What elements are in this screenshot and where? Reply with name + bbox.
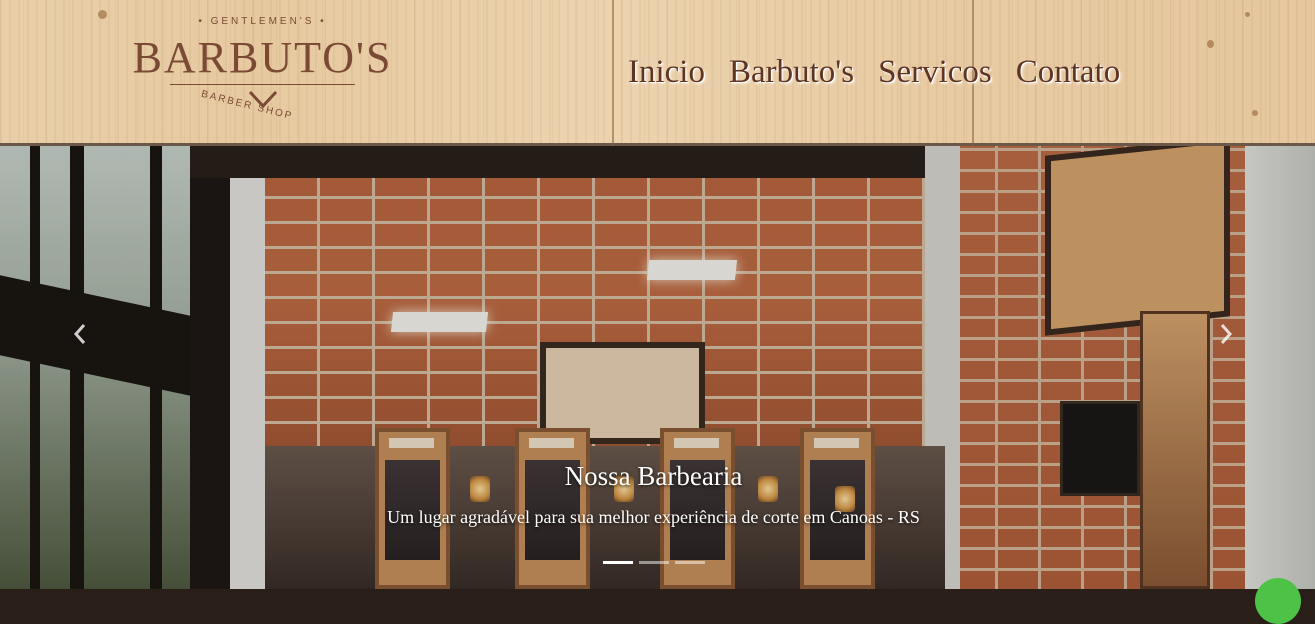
wood-knot — [1245, 12, 1250, 17]
chevron-left-icon — [73, 324, 86, 344]
carousel-next-button[interactable] — [1214, 319, 1238, 355]
nav-barbutos[interactable]: Barbuto's — [729, 52, 854, 92]
slide-caption: Um lugar agradável para sua melhor exper… — [387, 507, 920, 527]
nav-contato[interactable]: Contato — [1016, 52, 1121, 92]
wood-knot — [1252, 110, 1258, 116]
whatsapp-chat-button[interactable] — [1255, 578, 1301, 624]
wood-knot — [98, 10, 107, 19]
logo-brand-name: BARBUTO'S — [132, 33, 393, 82]
main-nav: Inicio Barbuto's Servicos Contato — [628, 52, 1120, 92]
nav-inicio[interactable]: Inicio — [628, 52, 705, 92]
hero-carousel: Nossa Barbearia Um lugar agradável para … — [0, 146, 1315, 589]
chevron-right-icon — [1220, 324, 1233, 344]
carousel-indicator-1[interactable] — [603, 561, 633, 564]
nav-servicos[interactable]: Servicos — [878, 52, 992, 92]
carousel-indicators — [603, 561, 705, 564]
slide-title: Nossa Barbearia — [564, 461, 743, 491]
logo-top-text: • GENTLEMEN'S • — [198, 16, 327, 27]
logo-divider — [170, 84, 355, 85]
site-header: • GENTLEMEN'S • BARBUTO'S BARBER SHOP In… — [0, 0, 1315, 146]
brand-logo[interactable]: • GENTLEMEN'S • BARBUTO'S BARBER SHOP — [130, 14, 395, 134]
carousel-indicator-2[interactable] — [639, 561, 669, 564]
wood-plank-seam — [612, 0, 614, 146]
carousel-prev-button[interactable] — [68, 319, 92, 355]
wood-knot — [1207, 40, 1214, 48]
carousel-indicator-3[interactable] — [675, 561, 705, 564]
